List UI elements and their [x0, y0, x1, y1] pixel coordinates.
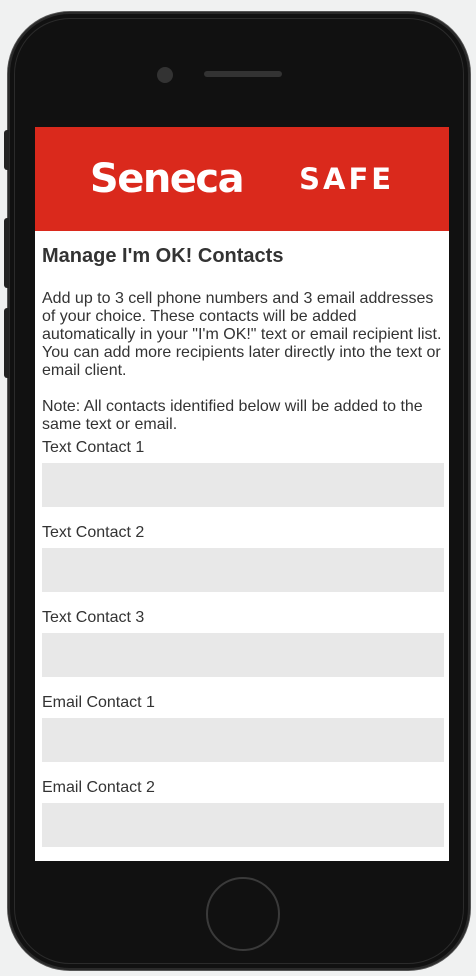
- home-button[interactable]: [206, 877, 280, 951]
- text-contact-2-input[interactable]: [42, 548, 444, 592]
- email-contact-2-input[interactable]: [42, 803, 444, 847]
- seneca-logo: Seneca: [89, 156, 245, 202]
- page-description: Add up to 3 cell phone numbers and 3 ema…: [42, 290, 442, 379]
- text-contact-1-input[interactable]: [42, 463, 444, 507]
- text-contact-2-label: Text Contact 2: [42, 524, 145, 541]
- email-contact-1-label: Email Contact 1: [42, 694, 155, 711]
- phone-frame: Seneca SAFE Manage I'm OK! Contacts Add …: [4, 12, 470, 970]
- text-contact-1-label: Text Contact 1: [42, 439, 145, 456]
- volume-down-button: [4, 308, 9, 378]
- contacts-form: Manage I'm OK! Contacts Add up to 3 cell…: [35, 231, 449, 847]
- page-title: Manage I'm OK! Contacts: [42, 245, 284, 267]
- text-contact-3-label: Text Contact 3: [42, 609, 145, 626]
- email-contact-1-input[interactable]: [42, 718, 444, 762]
- earpiece-speaker: [204, 71, 282, 77]
- email-contact-2-label: Email Contact 2: [42, 779, 155, 796]
- text-contact-3-input[interactable]: [42, 633, 444, 677]
- mute-switch: [4, 130, 9, 170]
- app-name: SAFE: [299, 162, 395, 196]
- app-header: Seneca SAFE: [35, 127, 449, 231]
- volume-up-button: [4, 218, 9, 288]
- page-note: Note: All contacts identified below will…: [42, 398, 423, 433]
- app-screen: Seneca SAFE Manage I'm OK! Contacts Add …: [35, 127, 449, 861]
- front-camera: [157, 67, 173, 83]
